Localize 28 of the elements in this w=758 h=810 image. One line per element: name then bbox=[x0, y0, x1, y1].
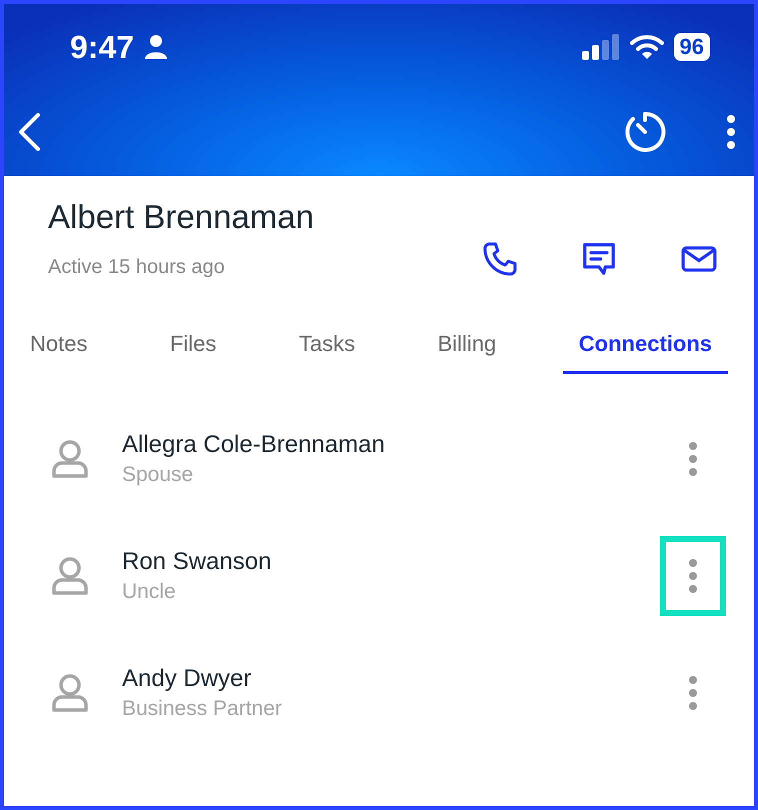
person-icon bbox=[144, 34, 168, 60]
connection-name: Ron Swanson bbox=[122, 548, 272, 576]
battery-level: 96 bbox=[674, 33, 710, 61]
connection-name: Allegra Cole-Brennaman bbox=[122, 430, 386, 458]
more-icon bbox=[688, 558, 698, 594]
tab[interactable]: Notes bbox=[14, 323, 104, 374]
person-icon bbox=[52, 440, 88, 478]
more-icon bbox=[688, 674, 698, 710]
more-icon bbox=[688, 440, 698, 476]
tab[interactable]: Files bbox=[154, 323, 232, 374]
more-button[interactable] bbox=[726, 114, 736, 150]
tab[interactable]: Tasks bbox=[282, 323, 372, 374]
connection-menu-button[interactable] bbox=[660, 536, 726, 616]
person-icon bbox=[52, 674, 88, 712]
status-time: 9:47 bbox=[70, 28, 134, 66]
more-icon bbox=[726, 114, 736, 150]
connection-relation: Spouse bbox=[122, 462, 194, 486]
connection-name: Andy Dwyer bbox=[122, 664, 252, 692]
activity-status: Active 15 hours ago bbox=[48, 256, 226, 279]
connection-relation: Uncle bbox=[122, 580, 177, 604]
connection-relation: Business Partner bbox=[122, 696, 283, 720]
signal-icon bbox=[582, 34, 620, 60]
wifi-icon bbox=[630, 34, 664, 60]
tab[interactable]: Billing bbox=[422, 323, 512, 374]
contact-name: Albert Brennaman bbox=[48, 198, 314, 236]
timer-button[interactable] bbox=[624, 111, 666, 153]
tab[interactable]: Connections bbox=[562, 323, 728, 374]
person-icon bbox=[52, 556, 88, 594]
